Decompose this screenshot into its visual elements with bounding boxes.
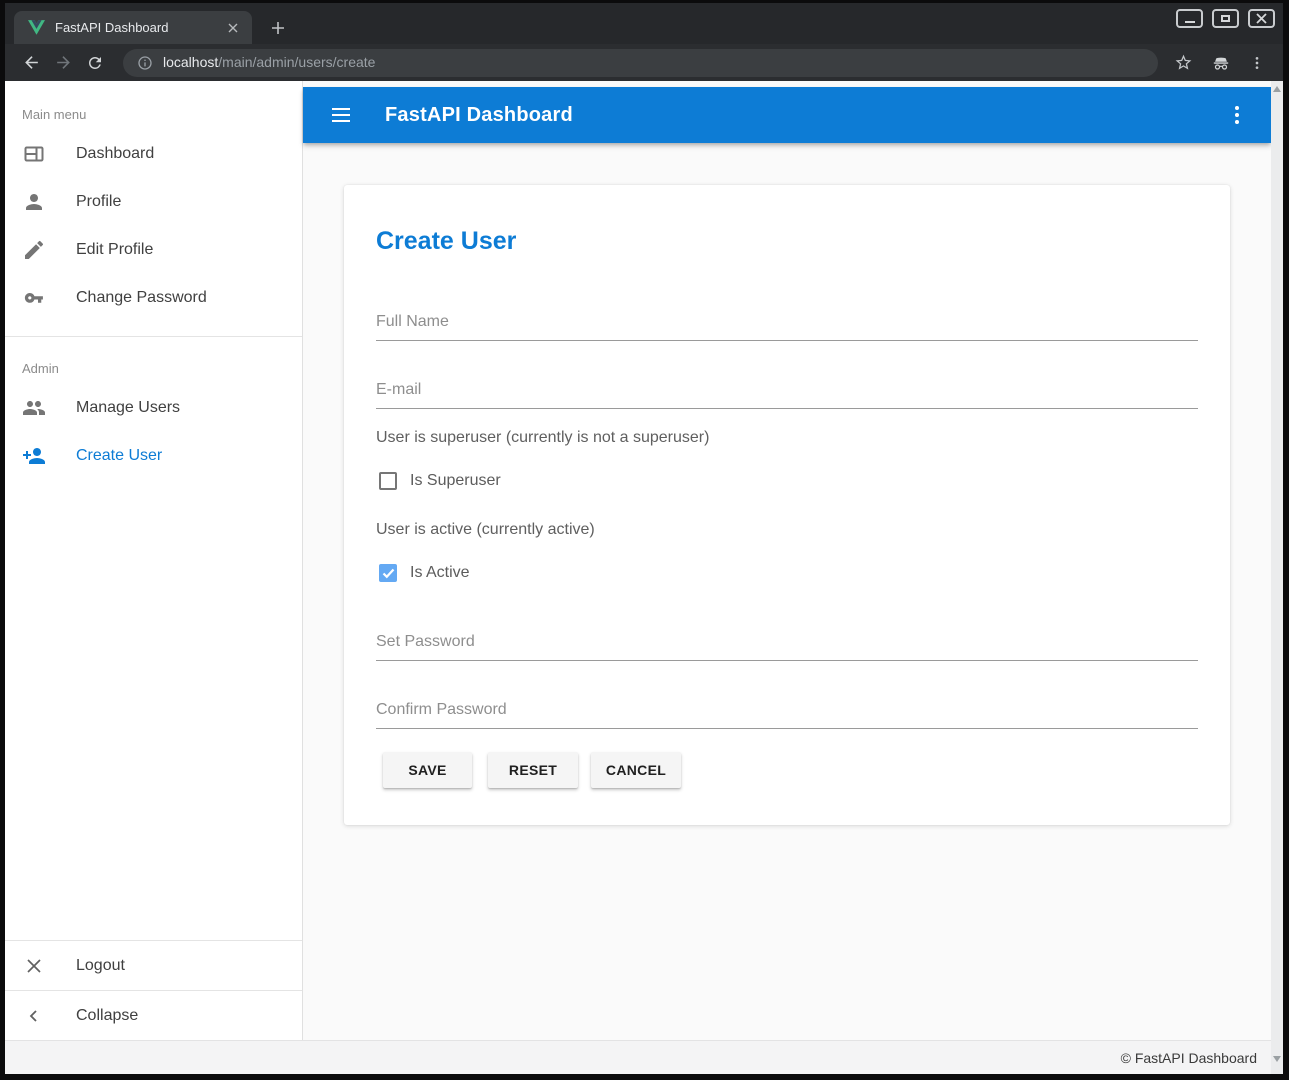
close-window-button[interactable] — [1248, 9, 1275, 28]
is-superuser-checkbox-row[interactable]: Is Superuser — [379, 472, 501, 490]
sidebar-item-edit-profile[interactable]: Edit Profile — [5, 226, 302, 274]
person-icon — [22, 190, 46, 214]
browser-tab-strip: FastAPI Dashboard — [5, 3, 1283, 44]
is-active-checkbox-row[interactable]: Is Active — [379, 564, 470, 582]
create-user-card: Create User User is superuser (currently… — [344, 185, 1230, 825]
tab-title: FastAPI Dashboard — [55, 20, 224, 35]
maximize-button[interactable] — [1212, 9, 1239, 28]
minimize-button[interactable] — [1176, 9, 1203, 28]
browser-window: FastAPI Dashboard — [5, 3, 1283, 1074]
menu-hamburger-icon[interactable] — [323, 97, 359, 133]
is-active-label: Is Active — [410, 564, 470, 582]
browser-menu-icon[interactable] — [1249, 55, 1265, 71]
sidebar-item-label: Dashboard — [76, 145, 154, 163]
logout-x-icon — [22, 954, 46, 978]
site-info-icon[interactable] — [137, 55, 153, 71]
sidebar-item-create-user[interactable]: Create User — [5, 432, 302, 480]
url-host: localhost — [163, 54, 218, 70]
sidebar-section-admin: Admin — [5, 337, 302, 384]
is-superuser-label: Is Superuser — [410, 472, 501, 490]
full-name-field — [376, 313, 1198, 341]
scroll-up-arrow-icon[interactable] — [1273, 86, 1281, 92]
sidebar-item-logout[interactable]: Logout — [5, 940, 302, 990]
is-active-checkbox[interactable] — [379, 564, 397, 582]
browser-tab[interactable]: FastAPI Dashboard — [14, 11, 252, 44]
dashboard-icon — [22, 142, 46, 166]
toolbar-right — [1172, 53, 1271, 73]
incognito-icon — [1211, 53, 1231, 73]
key-icon — [22, 286, 46, 310]
new-tab-button[interactable] — [265, 16, 291, 40]
email-input[interactable] — [376, 381, 1198, 409]
sidebar-item-profile[interactable]: Profile — [5, 178, 302, 226]
back-icon[interactable] — [17, 49, 45, 77]
person-add-icon — [22, 444, 46, 468]
sidebar-item-change-password[interactable]: Change Password — [5, 274, 302, 322]
sidebar-item-label: Logout — [76, 957, 125, 975]
app-bar-title: FastAPI Dashboard — [385, 104, 573, 127]
sidebar-item-dashboard[interactable]: Dashboard — [5, 130, 302, 178]
chevron-left-icon — [22, 1004, 46, 1028]
page-scrollbar[interactable] — [1271, 81, 1283, 1074]
pencil-icon — [22, 238, 46, 262]
sidebar: Main menu Dashboard Profile Edit Profile — [5, 81, 303, 1040]
reset-button[interactable]: RESET — [488, 752, 578, 788]
url-path: /main/admin/users/create — [218, 54, 375, 70]
sidebar-item-label: Profile — [76, 193, 121, 211]
sidebar-item-label: Collapse — [76, 1007, 138, 1025]
sidebar-item-manage-users[interactable]: Manage Users — [5, 384, 302, 432]
full-name-input[interactable] — [376, 313, 1198, 341]
page-title: Create User — [376, 227, 516, 256]
app-bar: FastAPI Dashboard — [303, 87, 1271, 143]
set-password-input[interactable] — [376, 633, 1198, 661]
app-bar-more-icon[interactable] — [1219, 97, 1255, 133]
email-field — [376, 381, 1198, 409]
page: FastAPI Dashboard Main menu Dashboard Pr… — [5, 81, 1283, 1074]
superuser-hint: User is superuser (currently is not a su… — [376, 429, 709, 447]
bookmark-star-icon[interactable] — [1174, 53, 1193, 72]
scroll-down-arrow-icon[interactable] — [1273, 1056, 1281, 1062]
page-footer: © FastAPI Dashboard — [5, 1040, 1283, 1074]
sidebar-item-label: Edit Profile — [76, 241, 153, 259]
is-superuser-checkbox[interactable] — [379, 472, 397, 490]
vue-logo-icon — [28, 20, 45, 35]
set-password-field — [376, 633, 1198, 661]
tab-close-icon[interactable] — [224, 19, 242, 37]
sidebar-item-label: Change Password — [76, 289, 207, 307]
browser-toolbar: localhost/main/admin/users/create — [5, 44, 1283, 81]
footer-copyright: © FastAPI Dashboard — [1121, 1050, 1257, 1066]
forward-icon[interactable] — [49, 49, 77, 77]
sidebar-item-label: Create User — [76, 447, 162, 465]
cancel-button[interactable]: CANCEL — [591, 752, 681, 788]
sidebar-item-label: Manage Users — [76, 399, 180, 417]
save-button[interactable]: SAVE — [383, 752, 472, 788]
refresh-icon[interactable] — [81, 49, 109, 77]
url-bar[interactable]: localhost/main/admin/users/create — [123, 49, 1158, 77]
confirm-password-field — [376, 701, 1198, 729]
active-hint: User is active (currently active) — [376, 521, 595, 539]
confirm-password-input[interactable] — [376, 701, 1198, 729]
window-controls — [1176, 9, 1275, 28]
people-icon — [22, 396, 46, 420]
sidebar-item-collapse[interactable]: Collapse — [5, 990, 302, 1040]
sidebar-section-main-menu: Main menu — [5, 81, 302, 130]
